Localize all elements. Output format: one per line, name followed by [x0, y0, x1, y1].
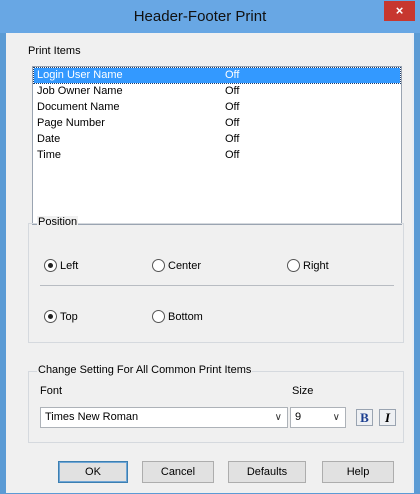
item-value: Off	[225, 69, 240, 81]
item-value: Off	[225, 133, 240, 145]
item-value: Off	[225, 149, 240, 161]
bold-button[interactable]: B	[356, 409, 373, 426]
radio-dot	[48, 263, 53, 268]
position-separator	[40, 285, 394, 286]
position-group: Position	[28, 216, 404, 343]
item-value: Off	[225, 117, 240, 129]
radio-label: Right	[303, 260, 329, 272]
list-item[interactable]: Time Off	[34, 148, 400, 163]
dialog-title: Header-Footer Print	[133, 8, 267, 25]
list-item[interactable]: Page Number Off	[34, 116, 400, 131]
radio-label: Center	[168, 260, 202, 272]
position-group-title: Position	[37, 216, 79, 228]
close-button[interactable]: ×	[384, 1, 415, 21]
size-select-value: 9	[295, 411, 302, 423]
ok-button[interactable]: OK	[58, 461, 128, 483]
font-select[interactable]: Times New Roman ∨	[40, 407, 288, 428]
item-name: Job Owner Name	[37, 85, 123, 97]
dialog-body: Print Items Login User Name Off Job Owne…	[6, 33, 412, 493]
radio-label: Top	[60, 311, 78, 323]
size-label: Size	[292, 385, 314, 397]
radio-circle	[152, 310, 165, 323]
italic-button[interactable]: I	[379, 409, 396, 426]
chevron-down-icon: ∨	[332, 412, 340, 423]
chevron-down-icon: ∨	[274, 412, 282, 423]
title-bar[interactable]: Header-Footer Print ×	[0, 0, 420, 33]
help-button[interactable]: Help	[322, 461, 394, 483]
radio-circle	[152, 259, 165, 272]
size-select[interactable]: 9 ∨	[290, 407, 346, 428]
item-name: Login User Name	[37, 69, 123, 81]
list-item[interactable]: Job Owner Name Off	[34, 84, 400, 99]
radio-dot	[48, 314, 53, 319]
dialog-window: Header-Footer Print × Print Items Login …	[0, 0, 420, 494]
list-item[interactable]: Document Name Off	[34, 100, 400, 115]
list-item[interactable]: Date Off	[34, 132, 400, 147]
item-name: Date	[37, 133, 61, 145]
item-name: Time	[37, 149, 62, 161]
item-value: Off	[225, 85, 240, 97]
cancel-button[interactable]: Cancel	[142, 461, 214, 483]
print-items-label: Print Items	[28, 45, 81, 57]
radio-label: Left	[60, 260, 79, 272]
font-select-value: Times New Roman	[45, 411, 139, 423]
list-item[interactable]: Login User Name Off	[33, 67, 401, 84]
item-name: Document Name	[37, 101, 120, 113]
radio-circle	[44, 310, 57, 323]
common-settings-title: Change Setting For All Common Print Item…	[37, 364, 253, 376]
radio-circle	[287, 259, 300, 272]
item-name: Page Number	[37, 117, 105, 129]
font-label: Font	[40, 385, 63, 397]
radio-label: Bottom	[168, 311, 203, 323]
item-value: Off	[225, 101, 240, 113]
radio-circle	[44, 259, 57, 272]
print-items-list[interactable]: Login User Name Off Job Owner Name Off D…	[32, 66, 402, 225]
defaults-button[interactable]: Defaults	[228, 461, 306, 483]
